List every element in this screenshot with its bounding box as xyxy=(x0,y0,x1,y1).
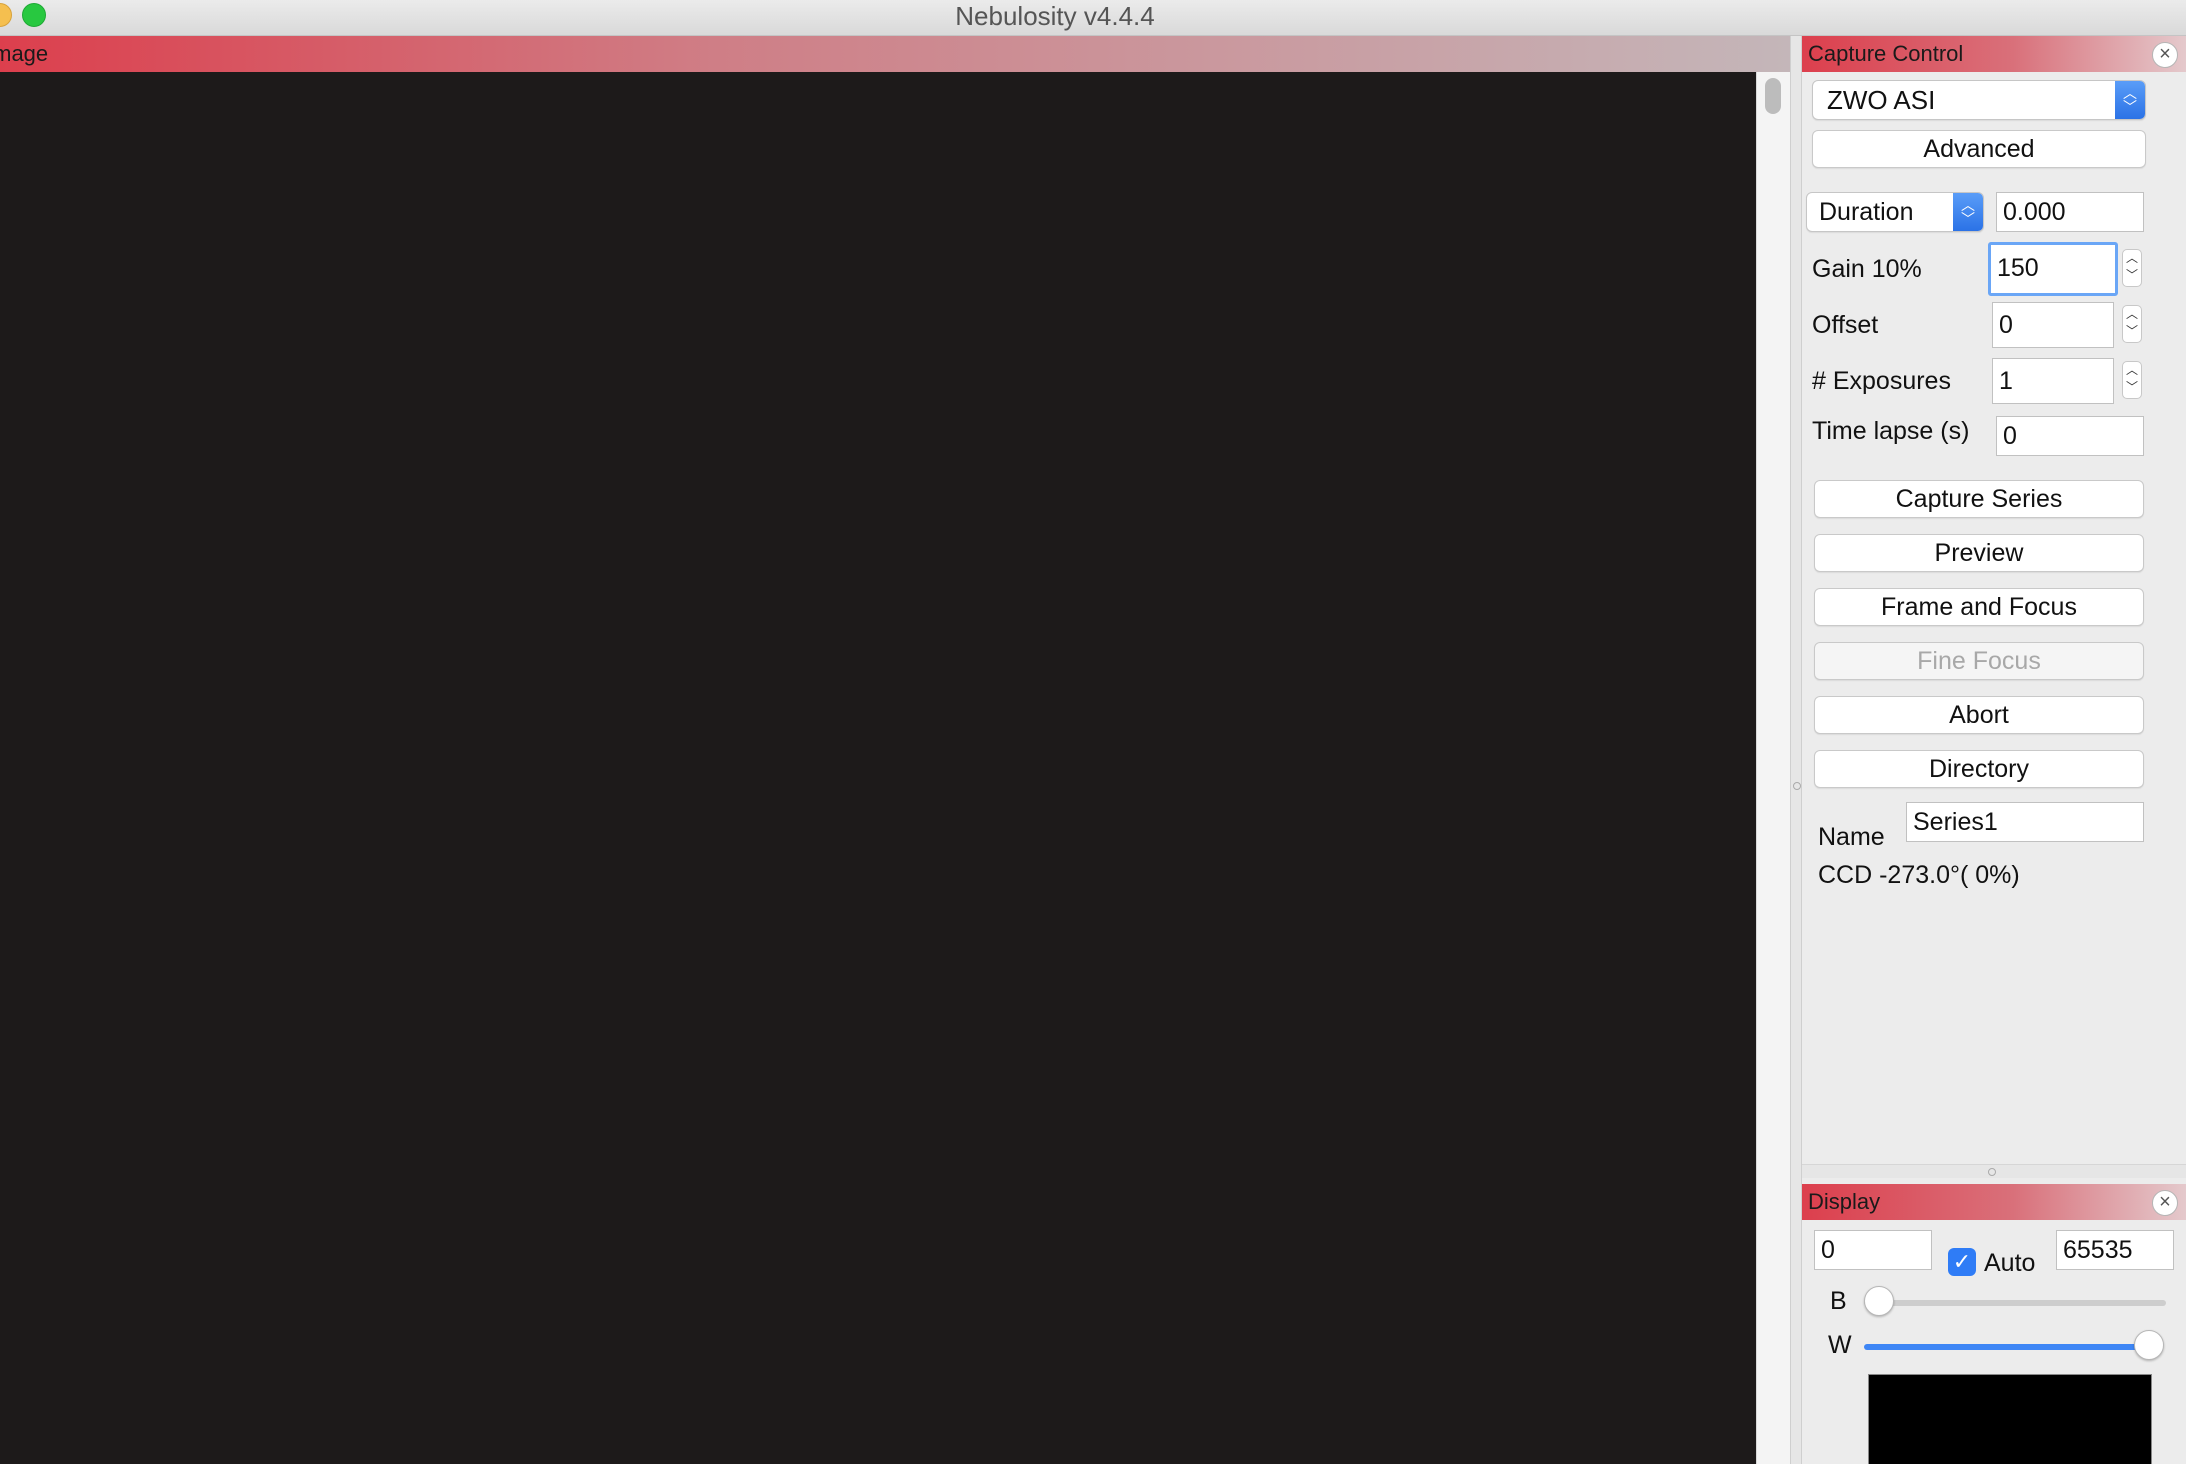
offset-label: Offset xyxy=(1812,311,1879,339)
display-header: Display × xyxy=(1802,1184,2186,1220)
timelapse-label: Time lapse (s) xyxy=(1812,417,1970,445)
histogram-display xyxy=(1868,1374,2152,1464)
exposures-label: # Exposures xyxy=(1812,367,1951,395)
image-pane-title: Image xyxy=(0,41,49,66)
title-bar: Nebulosity v4.4.4 xyxy=(0,0,2186,36)
camera-select[interactable]: ZWO ASI ︿ ﹀ xyxy=(1812,80,2146,120)
pane-splitter[interactable] xyxy=(1790,36,1802,1464)
duration-mode-value: Duration xyxy=(1819,198,1914,226)
w-slider-label: W xyxy=(1828,1331,1852,1359)
image-canvas[interactable] xyxy=(0,72,1756,1464)
preview-button[interactable]: Preview xyxy=(1814,534,2144,572)
duration-input[interactable]: 0.000 xyxy=(1996,192,2144,232)
side-panels: Capture Control × ZWO ASI ︿ ﹀ Advanced Du… xyxy=(1802,36,2186,1464)
chevron-updown-icon: ︿ ﹀ xyxy=(2115,81,2145,119)
w-slider-track[interactable] xyxy=(1864,1344,2146,1350)
auto-checkbox[interactable]: ✓ xyxy=(1948,1248,1976,1276)
capture-series-button[interactable]: Capture Series xyxy=(1814,480,2144,518)
ccd-status: CCD -273.0°( 0%) xyxy=(1818,861,2020,889)
b-slider-knob[interactable] xyxy=(1864,1286,1894,1316)
app-window: Nebulosity v4.4.4 Image Capture Control … xyxy=(0,0,2186,1464)
gain-stepper[interactable]: ︿ ﹀ xyxy=(2122,249,2142,287)
series-name-input[interactable]: Series1 xyxy=(1906,802,2144,842)
splitter-grip-icon xyxy=(1793,782,1801,790)
frame-and-focus-button[interactable]: Frame and Focus xyxy=(1814,588,2144,626)
scrollbar-thumb[interactable] xyxy=(1765,78,1781,114)
b-slider-label: B xyxy=(1830,1287,1847,1315)
close-icon[interactable]: × xyxy=(2152,42,2178,68)
auto-label: Auto xyxy=(1984,1249,2036,1277)
white-point-input[interactable]: 65535 xyxy=(2056,1230,2174,1270)
gain-label: Gain 10% xyxy=(1812,255,1922,283)
capture-control-header: Capture Control × xyxy=(1802,36,2186,72)
advanced-button[interactable]: Advanced xyxy=(1812,130,2146,168)
image-pane-header: Image xyxy=(0,36,1790,72)
panel-divider[interactable] xyxy=(1802,1164,2186,1178)
close-icon[interactable]: × xyxy=(2152,1190,2178,1216)
capture-control-title: Capture Control xyxy=(1808,41,1964,66)
fine-focus-button: Fine Focus xyxy=(1814,642,2144,680)
offset-input[interactable]: 0 xyxy=(1992,302,2114,348)
duration-mode-select[interactable]: Duration ︿ ﹀ xyxy=(1806,192,1984,232)
exposures-stepper[interactable]: ︿ ﹀ xyxy=(2122,361,2142,399)
name-label: Name xyxy=(1818,823,1885,851)
gain-input[interactable]: 150 xyxy=(1988,242,2118,296)
b-slider-track[interactable] xyxy=(1864,1300,2166,1306)
image-scrollbar[interactable] xyxy=(1756,72,1790,1464)
offset-stepper[interactable]: ︿ ﹀ xyxy=(2122,305,2142,343)
display-title: Display xyxy=(1808,1189,1881,1214)
abort-button[interactable]: Abort xyxy=(1814,696,2144,734)
directory-button[interactable]: Directory xyxy=(1814,750,2144,788)
black-point-input[interactable]: 0 xyxy=(1814,1230,1932,1270)
window-title: Nebulosity v4.4.4 xyxy=(955,1,1155,31)
chevron-updown-icon: ︿ ﹀ xyxy=(1953,193,1983,231)
exposures-input[interactable]: 1 xyxy=(1992,358,2114,404)
divider-grip-icon xyxy=(1988,1168,1996,1176)
w-slider-knob[interactable] xyxy=(2134,1330,2164,1360)
timelapse-input[interactable]: 0 xyxy=(1996,416,2144,456)
camera-select-value: ZWO ASI xyxy=(1827,85,1936,115)
